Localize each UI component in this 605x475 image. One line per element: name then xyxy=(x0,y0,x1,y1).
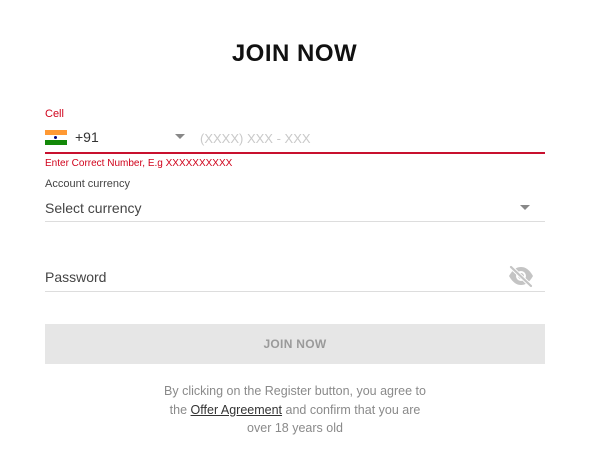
agreement-line-2: the Offer Agreement and confirm that you… xyxy=(45,401,545,420)
cell-label: Cell xyxy=(45,108,64,120)
agreement-line-2-pre: the xyxy=(169,402,188,417)
agreement-line-2-post: and confirm that you are xyxy=(285,402,421,417)
page-title: JOIN NOW xyxy=(231,40,358,67)
eye-slash-icon[interactable] xyxy=(507,264,535,288)
offer-agreement-link[interactable]: Offer Agreement xyxy=(191,403,283,417)
phone-field-row: +91 xyxy=(45,126,545,154)
phone-error-message: Enter Correct Number, E.g XXXXXXXXXX xyxy=(45,158,233,169)
password-field-row xyxy=(45,262,545,292)
agreement-text: By clicking on the Register button, you … xyxy=(45,382,545,438)
chevron-down-icon[interactable] xyxy=(520,205,530,210)
india-flag-icon[interactable] xyxy=(45,130,67,145)
currency-select[interactable]: Select currency xyxy=(45,196,545,222)
join-now-button[interactable]: JOIN NOW xyxy=(45,324,545,364)
dial-code[interactable]: +91 xyxy=(75,129,99,145)
currency-label: Account currency xyxy=(45,178,130,190)
currency-selected-value: Select currency xyxy=(45,200,142,216)
agreement-line-3: over 18 years old xyxy=(247,421,343,435)
chevron-down-icon[interactable] xyxy=(175,134,185,139)
agreement-line-1: By clicking on the Register button, you … xyxy=(164,384,426,398)
password-input[interactable] xyxy=(45,267,485,287)
phone-number-input[interactable] xyxy=(200,127,540,149)
